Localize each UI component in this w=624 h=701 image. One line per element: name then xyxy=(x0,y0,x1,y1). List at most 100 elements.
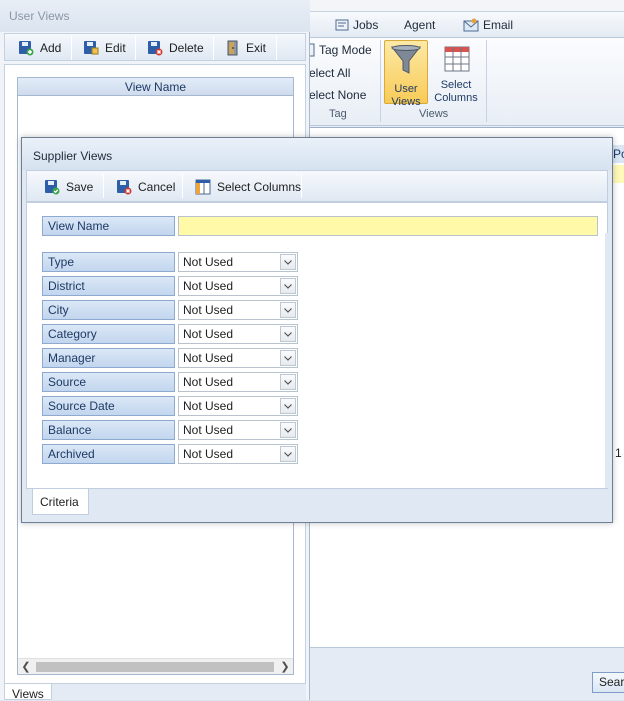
main-status-bar: Sear xyxy=(305,647,624,700)
criteria-value-balance: Not Used xyxy=(183,423,234,437)
chevron-down-icon[interactable] xyxy=(280,254,296,270)
ribbon-tab-email-label: Email xyxy=(483,18,514,32)
supplier-views-tabstrip: Criteria xyxy=(26,489,608,519)
delete-icon xyxy=(148,41,163,56)
ribbon-tab-agent[interactable]: Agent xyxy=(404,16,435,34)
save-icon xyxy=(45,180,60,195)
user-views-button[interactable]: User Views xyxy=(384,40,428,108)
user-views-toolbar: Add Edit Delete Exit xyxy=(4,33,306,61)
exit-button-label: Exit xyxy=(246,41,267,55)
edit-button[interactable]: Edit xyxy=(83,37,126,59)
criteria-label-source-date: Source Date xyxy=(42,396,175,416)
select-none-button[interactable]: elect None xyxy=(309,85,366,105)
tag-mode-label: Tag Mode xyxy=(319,43,372,57)
user-views-label: User Views xyxy=(391,83,421,108)
chevron-down-icon[interactable] xyxy=(280,398,296,414)
criteria-label-archived: Archived xyxy=(42,444,175,464)
panel-edge-rail xyxy=(605,233,608,488)
user-views-tabstrip: Views xyxy=(4,684,306,701)
criteria-select-source-date[interactable]: Not Used xyxy=(178,396,298,416)
chevron-down-icon[interactable] xyxy=(280,422,296,438)
chevron-down-icon[interactable] xyxy=(280,350,296,366)
criteria-label-source: Source xyxy=(42,372,175,392)
cancel-button-label: Cancel xyxy=(138,180,176,194)
criteria-value-manager: Not Used xyxy=(183,351,234,365)
add-button[interactable]: Add xyxy=(18,37,61,59)
criteria-select-type[interactable]: Not Used xyxy=(178,252,298,272)
table-columns-icon xyxy=(444,46,470,72)
edit-icon xyxy=(84,41,99,55)
criteria-label-district: District xyxy=(42,276,175,296)
criteria-label-category: Category xyxy=(42,324,175,344)
ribbon-body: Tag Mode elect All elect None Tag User V… xyxy=(305,38,624,126)
email-icon xyxy=(463,18,479,32)
funnel-icon xyxy=(390,45,422,74)
view-name-input[interactable] xyxy=(178,216,598,236)
criteria-value-city: Not Used xyxy=(183,303,234,317)
ribbon-top-strip xyxy=(305,0,624,12)
ribbon-group-separator xyxy=(486,40,487,122)
supplier-views-dialog: Supplier Views Save Cancel Select Column… xyxy=(21,137,613,523)
search-button[interactable]: Sear xyxy=(592,672,624,693)
delete-button[interactable]: Delete xyxy=(147,37,204,59)
scroll-left-icon[interactable]: ❮ xyxy=(18,659,34,675)
ribbon-tab-jobs[interactable]: Jobs xyxy=(335,16,378,34)
select-columns-ribbon-button[interactable]: Select Columns xyxy=(432,40,482,104)
exit-door-icon xyxy=(227,40,238,56)
toolbar-separator xyxy=(276,36,277,60)
save-button[interactable]: Save xyxy=(44,176,93,198)
views-group-label: Views xyxy=(419,108,449,120)
tab-criteria[interactable]: Criteria xyxy=(32,489,89,515)
ribbon-tab-bar: Jobs Agent Email xyxy=(305,12,624,38)
ribbon-tab-agent-label: Agent xyxy=(404,18,436,32)
criteria-select-city[interactable]: Not Used xyxy=(178,300,298,320)
cancel-button[interactable]: Cancel xyxy=(116,176,175,198)
add-icon xyxy=(19,41,34,56)
chevron-down-icon[interactable] xyxy=(280,278,296,294)
criteria-value-source-date: Not Used xyxy=(183,399,234,413)
criteria-value-district: Not Used xyxy=(183,279,234,293)
criteria-select-source[interactable]: Not Used xyxy=(178,372,298,392)
view-name-column-header[interactable]: View Name xyxy=(18,78,293,96)
jobs-icon xyxy=(335,19,349,31)
chevron-down-icon[interactable] xyxy=(280,374,296,390)
ribbon-tab-email[interactable]: Email xyxy=(463,16,513,34)
edit-button-label: Edit xyxy=(105,41,126,55)
add-button-label: Add xyxy=(40,41,62,55)
toolbar-separator xyxy=(301,174,302,198)
tag-group-label: Tag xyxy=(329,108,347,120)
chevron-down-icon[interactable] xyxy=(280,302,296,318)
tag-mode-button[interactable]: Tag Mode xyxy=(305,40,372,60)
horizontal-scrollbar[interactable]: ❮ ❯ xyxy=(18,658,293,674)
chevron-down-icon[interactable] xyxy=(280,446,296,462)
ribbon-group-separator xyxy=(380,40,381,122)
toolbar-separator xyxy=(135,36,136,60)
criteria-value-category: Not Used xyxy=(183,327,234,341)
exit-button[interactable]: Exit xyxy=(226,37,266,59)
view-name-label: View Name xyxy=(42,216,175,236)
criteria-label-city: City xyxy=(42,300,175,320)
scroll-right-icon[interactable]: ❯ xyxy=(277,659,293,675)
criteria-select-district[interactable]: Not Used xyxy=(178,276,298,296)
user-views-title: User Views xyxy=(0,0,310,32)
criteria-label-balance: Balance xyxy=(42,420,175,440)
criteria-select-category[interactable]: Not Used xyxy=(178,324,298,344)
select-all-button[interactable]: elect All xyxy=(309,63,350,83)
criteria-value-source: Not Used xyxy=(183,375,234,389)
chevron-down-icon[interactable] xyxy=(280,326,296,342)
criteria-select-manager[interactable]: Not Used xyxy=(178,348,298,368)
tab-views[interactable]: Views xyxy=(4,684,52,701)
criteria-label-manager: Manager xyxy=(42,348,175,368)
scrollbar-thumb[interactable] xyxy=(36,662,274,672)
delete-button-label: Delete xyxy=(169,41,204,55)
select-columns-button-label: Select Columns xyxy=(217,180,302,194)
criteria-panel: View Name Type Not Used District Not Use… xyxy=(26,202,608,489)
save-button-label: Save xyxy=(66,180,94,194)
criteria-select-archived[interactable]: Not Used xyxy=(178,444,298,464)
supplier-views-toolbar: Save Cancel Select Columns xyxy=(26,170,608,202)
select-columns-button[interactable]: Select Columns xyxy=(195,176,301,198)
criteria-value-type: Not Used xyxy=(183,255,234,269)
ribbon-tab-jobs-label: Jobs xyxy=(353,18,379,32)
toolbar-separator xyxy=(103,174,104,198)
criteria-select-balance[interactable]: Not Used xyxy=(178,420,298,440)
